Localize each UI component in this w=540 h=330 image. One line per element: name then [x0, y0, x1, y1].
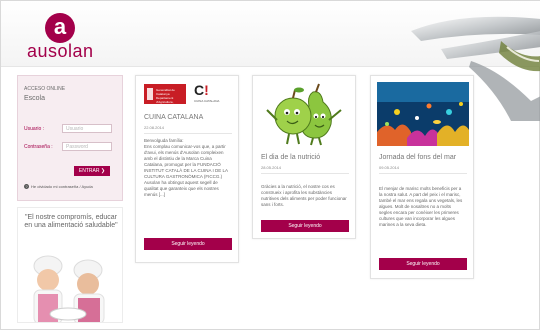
- login-submit-button[interactable]: ENTRAR ❯: [74, 166, 110, 176]
- news-card-sea-day: Jornada del fons del mar 09.05.2014 El m…: [370, 75, 474, 279]
- header: a ausolan: [1, 1, 540, 121]
- read-more-button[interactable]: Seguir leyendo: [379, 258, 467, 270]
- apple-pear-illustration: [266, 83, 342, 146]
- card-body: Benvolguda família: Ens complau comunica…: [144, 138, 228, 197]
- card-date: 22.08.2014: [144, 125, 165, 130]
- news-card-nutrition-day: El dia de la nutrició 28.05.2014 Gràcies…: [252, 75, 356, 239]
- card-date: 09.05.2014: [379, 165, 400, 170]
- children-chefs-photo: [18, 244, 122, 322]
- card-divider: [379, 173, 467, 174]
- logo-text[interactable]: ausolan: [27, 41, 94, 62]
- quote-text: "El nostre compromís, educar en una alim…: [24, 214, 118, 229]
- generalitat-logo: Generalitat de Catalunya Departament d'A…: [144, 84, 186, 108]
- cuina-catalana-logo-sub: CUINA CATALANA: [194, 99, 220, 103]
- card-divider: [261, 173, 349, 174]
- coral-reef-photo: [377, 82, 469, 146]
- card-title[interactable]: Jornada del fons del mar: [379, 154, 456, 161]
- read-more-button[interactable]: Seguir leyendo: [261, 220, 349, 232]
- quote-box: "El nostre compromís, educar en una alim…: [17, 207, 123, 323]
- generalitat-mark-icon: [147, 88, 153, 100]
- user-label: Usuario :: [24, 126, 45, 132]
- card-body: El menjar de marisc molts beneficis per …: [379, 186, 463, 227]
- login-title-small: ACCESO ONLINE: [24, 86, 66, 92]
- page: a ausolan ACCESO ONLINE Escola Usuario :…: [0, 0, 540, 330]
- login-title: Escola: [24, 95, 46, 102]
- card-divider: [144, 133, 232, 134]
- forgot-password-link[interactable]: ? He olvidado mi contraseña / Ayuda: [24, 184, 93, 190]
- news-card-cuina-catalana: Generalitat de Catalunya Departament d'A…: [135, 75, 239, 263]
- card-title[interactable]: El dia de la nutrició: [261, 154, 320, 161]
- user-input[interactable]: Usuario: [62, 124, 112, 133]
- question-circle-icon: ?: [24, 184, 29, 190]
- logo-mark[interactable]: a: [45, 13, 75, 43]
- card-title[interactable]: CUINA CATALANA: [144, 114, 203, 121]
- cuina-catalana-logo: C!: [194, 82, 209, 98]
- login-panel: ACCESO ONLINE Escola Usuario : Usuario C…: [17, 75, 123, 201]
- password-input[interactable]: Password: [62, 142, 112, 151]
- card-date: 28.05.2014: [261, 165, 282, 170]
- password-label: Contraseña :: [24, 144, 53, 150]
- generalitat-logo-text: Generalitat de Catalunya Departament d'A…: [156, 88, 181, 108]
- read-more-button[interactable]: Seguir leyendo: [144, 238, 232, 250]
- forgot-password-text: He olvidado mi contraseña / Ayuda: [31, 184, 93, 189]
- card-body: Gràcies a la nutrició, el nostre cos es …: [261, 184, 347, 207]
